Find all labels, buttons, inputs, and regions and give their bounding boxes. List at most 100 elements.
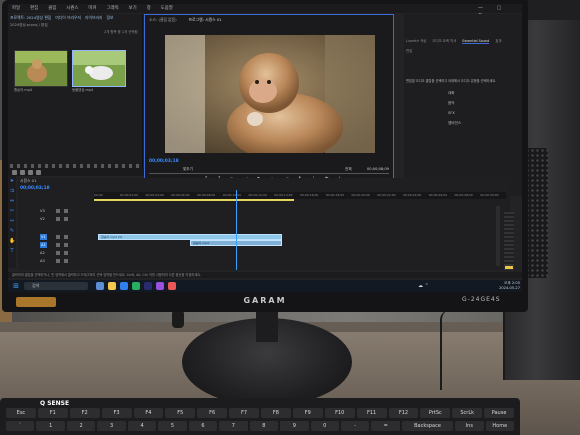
cable xyxy=(440,310,450,390)
essential-sound-message: 편집할 오디오 클립을 선택하고 아래에서 오디오 유형을 선택하세요. xyxy=(406,79,497,83)
clip-thumbnail-animal[interactable] xyxy=(72,50,126,87)
track-header-a3[interactable]: A3 xyxy=(36,258,92,264)
keyboard-brand: Q SENSE xyxy=(40,400,70,407)
slip-tool-icon[interactable]: ⇔ xyxy=(9,218,15,224)
taskbar-search[interactable]: 검색 xyxy=(24,282,88,290)
file-explorer-icon[interactable] xyxy=(108,282,116,290)
keyboard-key: Home xyxy=(485,421,515,431)
chrome-icon[interactable] xyxy=(132,282,140,290)
cable-plug xyxy=(172,310,184,328)
clip-thumbnail-monkey[interactable] xyxy=(14,50,68,87)
track-header-a2[interactable]: A2 xyxy=(36,250,92,256)
solo-icon[interactable] xyxy=(64,259,68,263)
keyboard-key: 2 xyxy=(66,421,96,431)
program-scrub-bar[interactable] xyxy=(149,173,389,174)
premiere-pro-icon[interactable] xyxy=(144,282,152,290)
ruler-tick-label: 00;00;12;00 xyxy=(248,193,267,197)
lock-icon[interactable] xyxy=(56,209,60,213)
menu-item[interactable]: 도움말 xyxy=(161,5,173,12)
tab-program[interactable]: 프로그램: 시퀀스 01 xyxy=(189,17,222,23)
menu-item[interactable]: 시퀀스 xyxy=(66,5,78,12)
time-ruler[interactable]: 00;00 00;00;02;00 00;00;04;00 00;00;06;00 00… xyxy=(94,192,506,199)
work-area-bar[interactable] xyxy=(94,199,294,201)
keyboard-key: 5 xyxy=(158,421,187,431)
track-header-a1[interactable]: A1 xyxy=(36,242,92,248)
ripple-edit-tool-icon[interactable]: ⇹ xyxy=(9,198,15,204)
project-path: 2024영상.prproj / 편집 xyxy=(10,23,48,27)
menu-item[interactable]: 그래픽 xyxy=(107,5,119,12)
menu-item[interactable]: 파일 xyxy=(12,5,20,12)
keyboard-key: F7 xyxy=(229,408,259,418)
track-header-v1[interactable]: V1 xyxy=(36,234,92,240)
ruler-tick-label: 00;00;20;00 xyxy=(351,193,370,197)
sequence-timecode[interactable]: 00;00;03;18 xyxy=(20,186,60,192)
monitor-model: G-24GE4S xyxy=(462,296,501,303)
track-label: V1 xyxy=(40,234,47,240)
solo-icon[interactable] xyxy=(64,251,68,255)
edge-icon[interactable] xyxy=(120,282,128,290)
program-timecode[interactable]: 00;00;03;18 xyxy=(149,159,189,165)
razor-tool-icon[interactable]: ✂ xyxy=(9,208,15,214)
hand-tool-icon[interactable]: ✋ xyxy=(9,238,15,244)
tab-essential-sound[interactable]: Essential Sound xyxy=(462,38,490,44)
video-frame-monkey xyxy=(165,35,375,153)
dialogue-button[interactable]: 대화 xyxy=(448,90,498,96)
eye-icon[interactable] xyxy=(64,209,68,213)
menu-item[interactable]: 창 xyxy=(147,5,151,12)
taskbar-clock[interactable]: 오후 2:05 2024-05-27 xyxy=(486,281,520,291)
tab-media-browser[interactable]: 미디어 브라우저 xyxy=(55,15,81,21)
type-tool-icon[interactable]: T xyxy=(9,248,15,254)
monitor-stand-neck xyxy=(256,308,278,342)
app-icon[interactable] xyxy=(168,282,176,290)
playhead[interactable] xyxy=(236,190,237,270)
keyboard-key: 6 xyxy=(188,421,218,431)
keyboard-key: F1 xyxy=(37,408,68,418)
menu-item[interactable]: 편집 xyxy=(30,5,38,12)
effects-subtab[interactable]: 편집 xyxy=(406,48,466,54)
mute-icon[interactable] xyxy=(56,259,60,263)
keyboard-key: 9 xyxy=(280,421,309,431)
snap-icon[interactable] xyxy=(12,170,17,175)
tab-lumetri[interactable]: Lumetri 색상 xyxy=(406,38,426,44)
selection-tool-icon[interactable]: ➤ xyxy=(9,178,15,184)
menu-item[interactable]: 마커 xyxy=(88,5,96,12)
add-marker-icon[interactable] xyxy=(28,170,33,175)
sfx-button[interactable]: SFX xyxy=(448,110,498,116)
linked-selection-icon[interactable] xyxy=(20,170,25,175)
sequence-tab[interactable]: 시퀀스 01 xyxy=(20,178,80,184)
tab-libraries[interactable]: 라이브러리 xyxy=(85,15,102,21)
tools-panel: ➤ ⇉ ⇹ ✂ ⇔ ✎ ✋ T xyxy=(8,176,16,268)
app-icon[interactable] xyxy=(156,282,164,290)
keyboard-key: ScrLk xyxy=(452,408,483,418)
window-controls[interactable]: — ▢ ✕ xyxy=(478,5,518,18)
ruler-tick-label: 00;00 xyxy=(94,193,103,197)
tab-effects[interactable]: 효과 xyxy=(495,38,501,44)
mute-icon[interactable] xyxy=(56,243,60,247)
solo-icon[interactable] xyxy=(64,243,68,247)
windows-start-icon[interactable]: ⊞ xyxy=(12,282,20,290)
tab-project[interactable]: 프로젝트: 2024영상 편집 xyxy=(10,15,51,21)
timeline-settings-icon[interactable] xyxy=(36,170,41,175)
monitor-screen: 파일 편집 클립 시퀀스 마커 그래픽 보기 창 도움말 — ▢ ✕ 프로젝트:… xyxy=(8,4,522,292)
pen-tool-icon[interactable]: ✎ xyxy=(9,228,15,234)
ambience-button[interactable]: 앰비언스 xyxy=(448,120,498,126)
track-select-tool-icon[interactable]: ⇉ xyxy=(9,188,15,194)
tab-audio-mixer[interactable]: 오디오 트랙 믹서 xyxy=(432,38,456,44)
music-button[interactable]: 음악 xyxy=(448,100,498,106)
lock-icon[interactable] xyxy=(56,235,60,239)
eye-icon[interactable] xyxy=(64,217,68,221)
mute-icon[interactable] xyxy=(56,251,60,255)
lock-icon[interactable] xyxy=(56,217,60,221)
timeline-scrollbar[interactable] xyxy=(496,206,500,266)
tab-info[interactable]: 정보 xyxy=(106,15,113,21)
keyboard-key: 0 xyxy=(310,421,339,431)
task-view-icon[interactable] xyxy=(96,282,104,290)
system-tray[interactable]: ☁ ⌃ xyxy=(418,283,438,289)
tab-source[interactable]: 소스: (클립 없음) xyxy=(149,17,177,23)
eye-icon[interactable] xyxy=(64,235,68,239)
menu-item[interactable]: 보기 xyxy=(129,5,137,12)
keyboard-key: F3 xyxy=(101,408,132,418)
menu-item[interactable]: 클립 xyxy=(48,5,56,12)
track-header-v2[interactable]: V2 xyxy=(36,216,92,222)
track-header-v3[interactable]: V3 xyxy=(36,208,92,214)
